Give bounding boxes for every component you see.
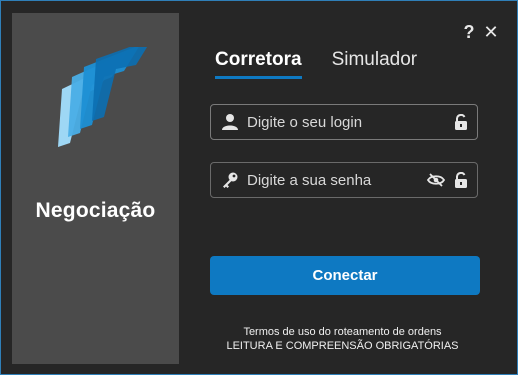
login-field [210,104,478,140]
product-name: Negociação [35,199,156,222]
eye-slash-icon[interactable] [427,172,445,188]
brand-panel: Negociação [12,13,179,364]
question-icon: ? [463,22,475,42]
window-controls: ? ✕ [460,23,500,41]
password-input[interactable] [247,169,427,191]
login-input[interactable] [247,111,427,133]
terms-link[interactable]: Termos de uso do roteamento de ordens LE… [179,325,506,353]
tab-corretora[interactable]: Corretora [215,49,302,79]
tab-simulador[interactable]: Simulador [332,49,418,75]
help-button[interactable]: ? [460,23,478,41]
unlock-icon[interactable] [453,114,469,130]
user-icon [222,114,238,130]
terms-line-1: Termos de uso do roteamento de ordens [243,326,442,338]
login-panel: ? ✕ Corretora Simulador Digite o seu log… [179,13,506,364]
close-button[interactable]: ✕ [482,23,500,41]
terms-line-2: LEITURA E COMPREENSÃO OBRIGATÓRIAS [226,340,459,352]
key-icon [223,172,238,188]
tab-bar: Corretora Simulador [215,49,418,79]
close-icon: ✕ [483,22,499,42]
password-field [210,162,478,198]
login-window: Negociação ? ✕ Corretora Simulador Digit… [0,0,518,375]
unlock-icon[interactable] [453,172,469,188]
connect-button[interactable]: Conectar [210,256,480,295]
app-logo-icon [58,47,148,147]
